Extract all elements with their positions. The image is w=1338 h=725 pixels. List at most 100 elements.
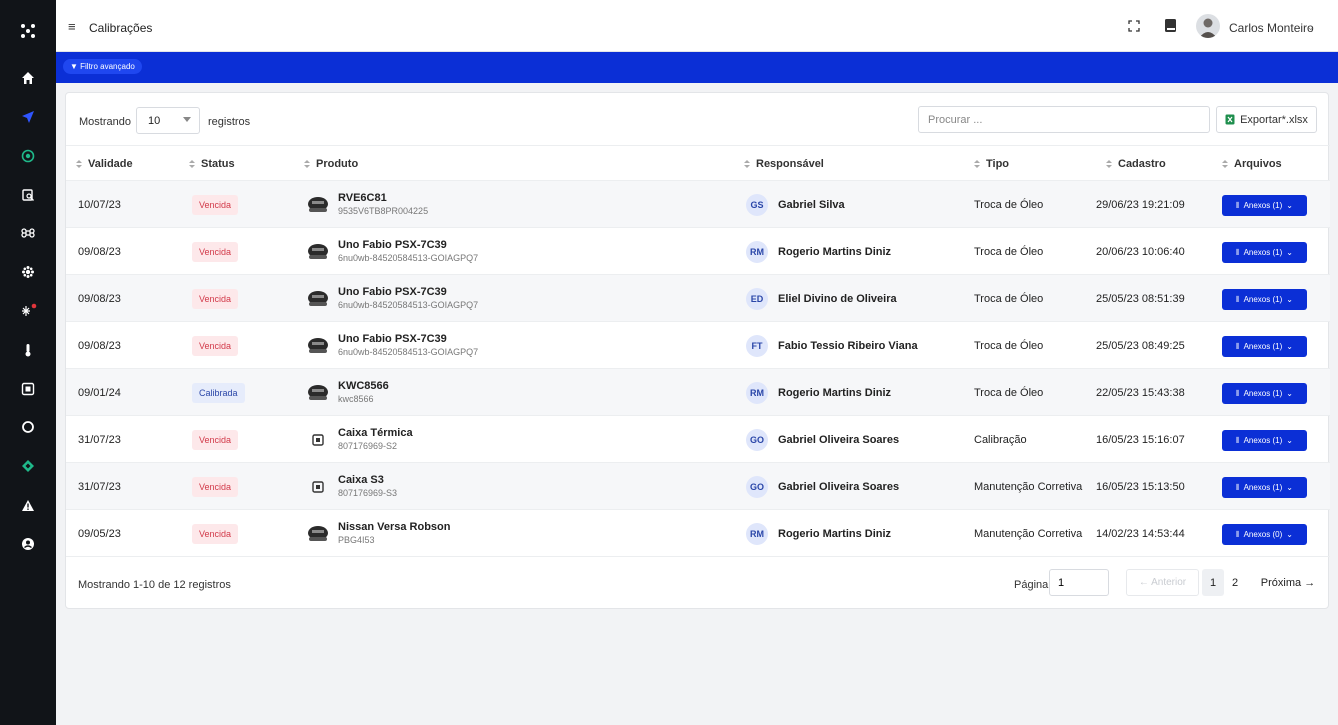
cadastro-cell: 29/06/23 19:21:09 bbox=[1096, 198, 1185, 211]
status-badge: Vencida bbox=[192, 430, 239, 450]
paperclip-icon: ⦀ bbox=[1236, 435, 1240, 445]
tipo-cell: Troca de Óleo bbox=[974, 198, 1044, 211]
product-code: 807176969-S3 bbox=[338, 488, 398, 498]
vehicle-icon bbox=[306, 334, 330, 358]
circle-icon[interactable] bbox=[0, 412, 56, 442]
previous-page-button[interactable]: ← Anterior bbox=[1126, 569, 1199, 596]
book-icon[interactable] bbox=[1164, 18, 1177, 36]
attachments-button[interactable]: ⦀ Anexos (1) ⌄ bbox=[1222, 289, 1307, 310]
next-page-button[interactable]: Próxima → bbox=[1253, 569, 1323, 596]
paperclip-icon: ⦀ bbox=[1236, 294, 1240, 304]
chevron-down-icon: ⌄ bbox=[1286, 201, 1293, 210]
table-row[interactable]: 09/05/23 Vencida Nissan Versa Robson PBG4I5… bbox=[66, 510, 1330, 557]
product-name[interactable]: Nissan Versa Robson bbox=[338, 521, 451, 533]
col-produto[interactable]: Produto bbox=[304, 158, 358, 170]
attachments-label: Anexos (1) bbox=[1243, 201, 1283, 210]
responsible-name: Rogerio Martins Diniz bbox=[778, 527, 892, 540]
search-input[interactable] bbox=[918, 106, 1210, 133]
status-badge: Vencida bbox=[192, 195, 239, 215]
table-row[interactable]: 09/08/23 Vencida Uno Fabio PSX-7C39 6nu0wb-… bbox=[66, 322, 1330, 369]
sort-icon bbox=[974, 160, 980, 168]
col-status[interactable]: Status bbox=[189, 158, 235, 170]
page-number-input[interactable] bbox=[1049, 569, 1109, 596]
attachments-label: Anexos (1) bbox=[1243, 248, 1283, 257]
attachments-button[interactable]: ⦀ Anexos (1) ⌄ bbox=[1222, 477, 1307, 498]
target-icon[interactable] bbox=[0, 141, 56, 171]
responsible-avatar: GO bbox=[746, 476, 768, 498]
page-1-button[interactable]: 1 bbox=[1202, 569, 1224, 596]
validade-cell: 31/07/23 bbox=[78, 480, 121, 493]
send-icon[interactable] bbox=[0, 102, 56, 132]
cadastro-cell: 25/05/23 08:49:25 bbox=[1096, 339, 1185, 352]
sort-icon bbox=[1106, 160, 1112, 168]
col-tipo[interactable]: Tipo bbox=[974, 158, 1009, 170]
col-cadastro[interactable]: Cadastro bbox=[1106, 158, 1166, 170]
product-name[interactable]: Caixa S3 bbox=[338, 474, 384, 486]
device-icon[interactable] bbox=[0, 374, 56, 404]
attachments-button[interactable]: ⦀ Anexos (1) ⌄ bbox=[1222, 242, 1307, 263]
diamond-icon[interactable] bbox=[0, 451, 56, 481]
col-arquivos[interactable]: Arquivos bbox=[1222, 158, 1282, 170]
vehicle-icon bbox=[306, 240, 330, 264]
responsible-name: Gabriel Silva bbox=[778, 198, 845, 211]
sort-icon bbox=[304, 160, 310, 168]
attachments-button[interactable]: ⦀ Anexos (1) ⌄ bbox=[1222, 383, 1307, 404]
attachments-button[interactable]: ⦀ Anexos (1) ⌄ bbox=[1222, 336, 1307, 357]
warning-icon[interactable] bbox=[0, 490, 56, 520]
tipo-cell: Calibração bbox=[974, 433, 1027, 446]
page-size-label: Mostrando bbox=[79, 116, 131, 128]
responsible-name: Fabio Tessio Ribeiro Viana bbox=[778, 339, 918, 352]
inspect-icon[interactable] bbox=[0, 180, 56, 210]
attachments-button[interactable]: ⦀ Anexos (0) ⌄ bbox=[1222, 524, 1307, 545]
product-code: 807176969-S2 bbox=[338, 441, 398, 451]
command-icon[interactable] bbox=[0, 218, 56, 248]
sort-icon bbox=[744, 160, 750, 168]
attachments-button[interactable]: ⦀ Anexos (1) ⌄ bbox=[1222, 430, 1307, 451]
table-row[interactable]: 09/01/24 Calibrada KWC8566 kwc8566 RM Rogerio… bbox=[66, 369, 1330, 416]
chevron-down-icon: ⌄ bbox=[1286, 248, 1293, 257]
advanced-filter-button[interactable]: ▼ Filtro avançado bbox=[63, 59, 142, 74]
box-icon bbox=[306, 428, 330, 452]
attachments-label: Anexos (1) bbox=[1243, 295, 1283, 304]
validade-cell: 09/08/23 bbox=[78, 292, 121, 305]
excel-icon bbox=[1225, 114, 1235, 125]
col-validade[interactable]: Validade bbox=[76, 158, 133, 170]
validade-cell: 09/05/23 bbox=[78, 527, 121, 540]
table-row[interactable]: 31/07/23 Vencida Caixa Térmica 807176969-S2… bbox=[66, 416, 1330, 463]
responsible-avatar: RM bbox=[746, 523, 768, 545]
chevron-down-icon: ⌄ bbox=[1286, 436, 1293, 445]
attachments-button[interactable]: ⦀ Anexos (1) ⌄ bbox=[1222, 195, 1307, 216]
cadastro-cell: 25/05/23 08:51:39 bbox=[1096, 292, 1185, 305]
export-xlsx-button[interactable]: Exportar*.xlsx bbox=[1216, 106, 1317, 133]
col-responsavel[interactable]: Responsável bbox=[744, 158, 824, 170]
sort-icon bbox=[76, 160, 82, 168]
network-alert-icon[interactable] bbox=[0, 296, 56, 326]
product-name[interactable]: Caixa Térmica bbox=[338, 427, 413, 439]
chevron-down-icon[interactable]: ⌄ bbox=[1307, 22, 1315, 33]
table-row[interactable]: 09/08/23 Vencida Uno Fabio PSX-7C39 6nu0wb-… bbox=[66, 228, 1330, 275]
page-2-button[interactable]: 2 bbox=[1224, 569, 1246, 596]
product-name[interactable]: Uno Fabio PSX-7C39 bbox=[338, 286, 447, 298]
product-name[interactable]: Uno Fabio PSX-7C39 bbox=[338, 239, 447, 251]
thermometer-icon[interactable] bbox=[0, 335, 56, 365]
user-circle-icon[interactable] bbox=[0, 529, 56, 559]
table-row[interactable]: 09/08/23 Vencida Uno Fabio PSX-7C39 6nu0wb-… bbox=[66, 275, 1330, 322]
user-name[interactable]: Carlos Monteiro bbox=[1229, 21, 1314, 35]
product-code: 6nu0wb-84520584513-GOIAGPQ7 bbox=[338, 347, 479, 357]
chevron-down-icon: ⌄ bbox=[1286, 389, 1293, 398]
fullscreen-icon[interactable] bbox=[1128, 20, 1140, 35]
product-code: PBG4I53 bbox=[338, 535, 375, 545]
product-name[interactable]: Uno Fabio PSX-7C39 bbox=[338, 333, 447, 345]
cadastro-cell: 22/05/23 15:43:38 bbox=[1096, 386, 1185, 399]
home-icon[interactable] bbox=[0, 63, 56, 93]
page-size-select[interactable]: 10 bbox=[136, 107, 200, 134]
menu-icon[interactable]: ≡ bbox=[68, 19, 76, 34]
app-logo-icon[interactable] bbox=[0, 16, 56, 46]
user-avatar[interactable] bbox=[1196, 14, 1220, 38]
product-name[interactable]: RVE6C81 bbox=[338, 192, 387, 204]
table-row[interactable]: 31/07/23 Vencida Caixa S3 807176969-S3 GO Gab… bbox=[66, 463, 1330, 510]
product-name[interactable]: KWC8566 bbox=[338, 380, 389, 392]
settings-icon[interactable] bbox=[0, 257, 56, 287]
table-row[interactable]: 10/07/23 Vencida RVE6C81 9535V6TB8PR004225 G… bbox=[66, 181, 1330, 228]
tipo-cell: Manutenção Corretiva bbox=[974, 480, 1083, 493]
